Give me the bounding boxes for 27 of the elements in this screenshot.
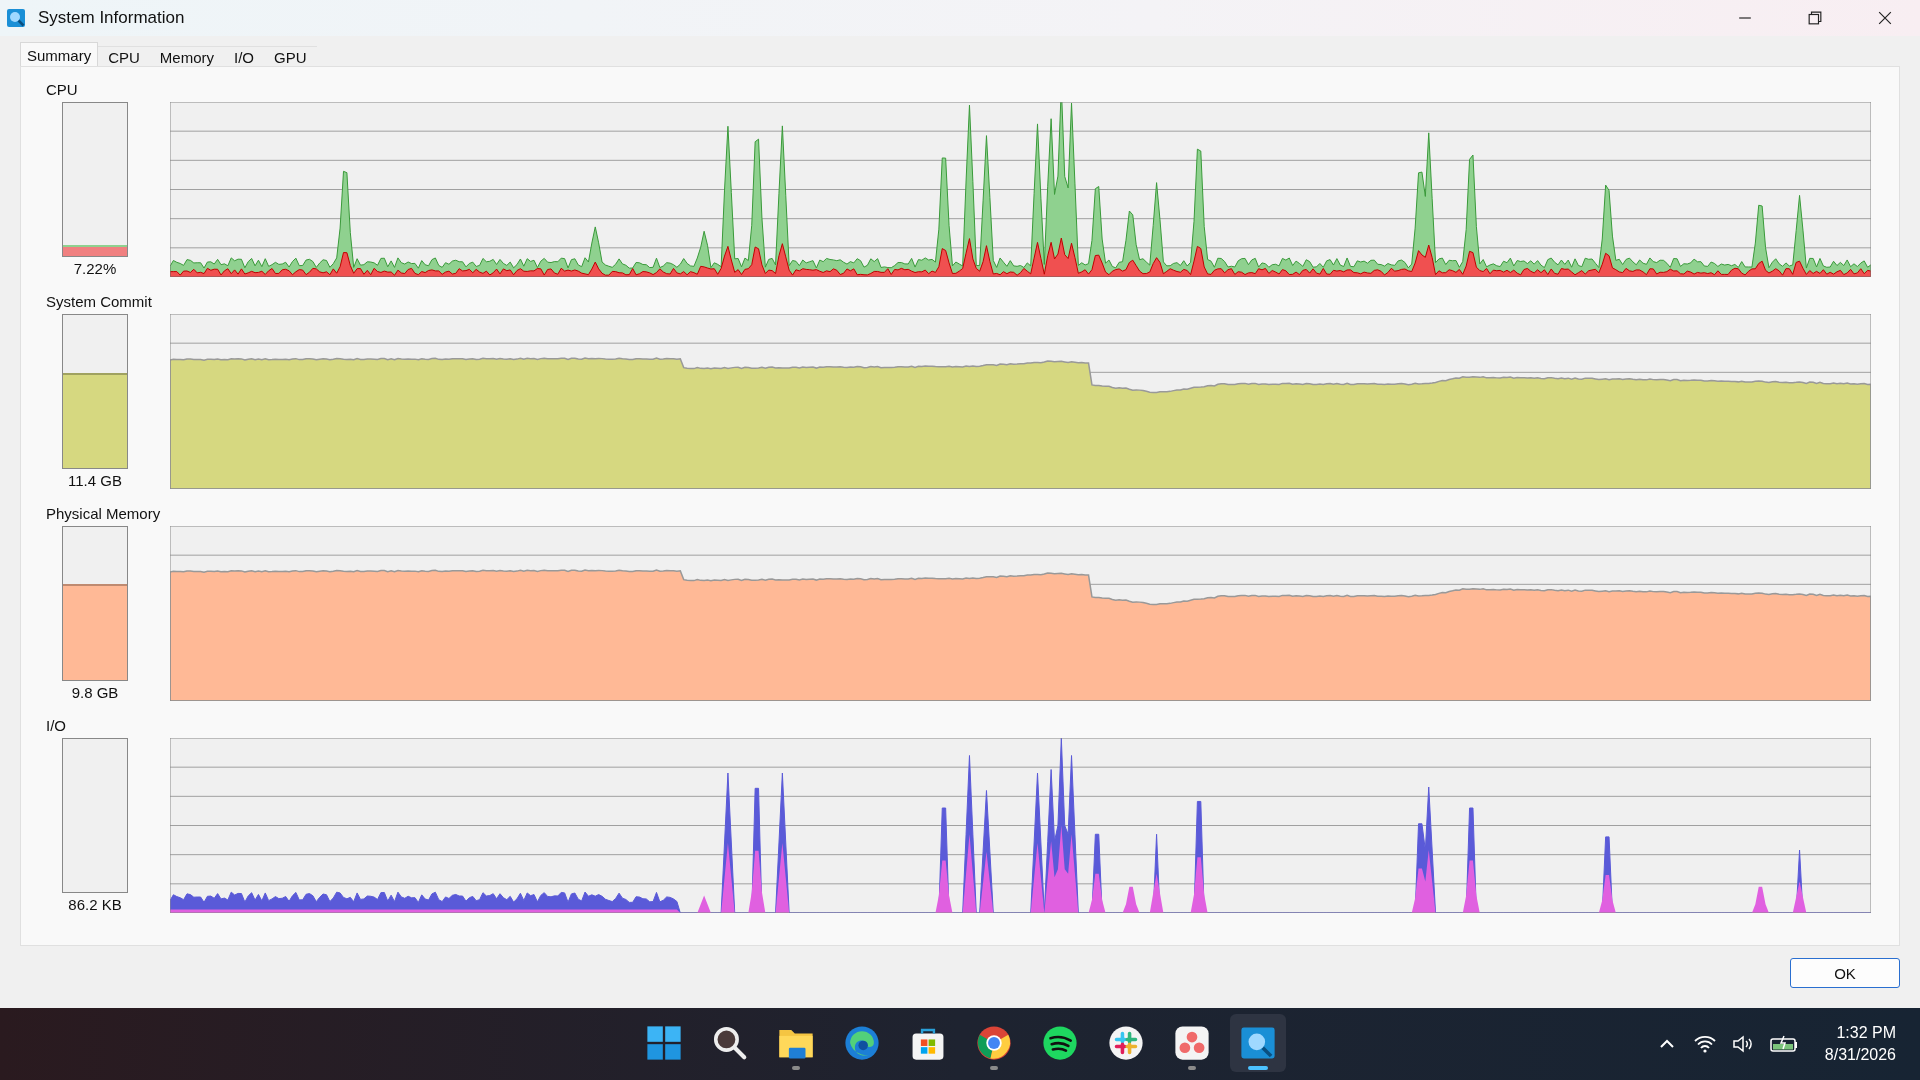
battery-charging-icon[interactable] bbox=[1768, 1034, 1799, 1054]
tab[interactable]: Summary bbox=[20, 42, 99, 68]
three-dots-logo-icon bbox=[1173, 1024, 1211, 1062]
ok-button[interactable]: OK bbox=[1790, 958, 1900, 988]
window-title: System Information bbox=[38, 8, 185, 28]
meter-reading: 86.2 KB bbox=[68, 896, 122, 913]
restore-icon bbox=[1808, 11, 1822, 25]
windows-logo-icon bbox=[645, 1024, 683, 1062]
graph-label: I/O bbox=[46, 717, 66, 734]
speaker-icon[interactable] bbox=[1730, 1034, 1755, 1054]
swirl-logo-icon bbox=[843, 1024, 881, 1062]
hash-logo-icon bbox=[1107, 1024, 1145, 1062]
meter-reading: 9.8 GB bbox=[71, 684, 119, 701]
graph-label: CPU bbox=[46, 81, 78, 98]
clock-date[interactable]: 8/31/2026 bbox=[1824, 1046, 1896, 1064]
clock-time[interactable]: 1:32 PM bbox=[1836, 1024, 1896, 1042]
music-logo-icon bbox=[1041, 1024, 1079, 1062]
wifi-icon[interactable] bbox=[1692, 1034, 1717, 1054]
search-icon bbox=[711, 1024, 749, 1062]
graph-label: Physical Memory bbox=[46, 505, 161, 522]
app-icon bbox=[6, 8, 26, 28]
meter-reading: 11.4 GB bbox=[68, 472, 122, 489]
browser-logo-icon bbox=[975, 1024, 1013, 1062]
graph-label: System Commit bbox=[46, 293, 152, 310]
taskbar-app-button[interactable] bbox=[1230, 1014, 1286, 1072]
meter-reading: 7.22% bbox=[73, 260, 117, 277]
close-icon bbox=[1878, 11, 1892, 25]
